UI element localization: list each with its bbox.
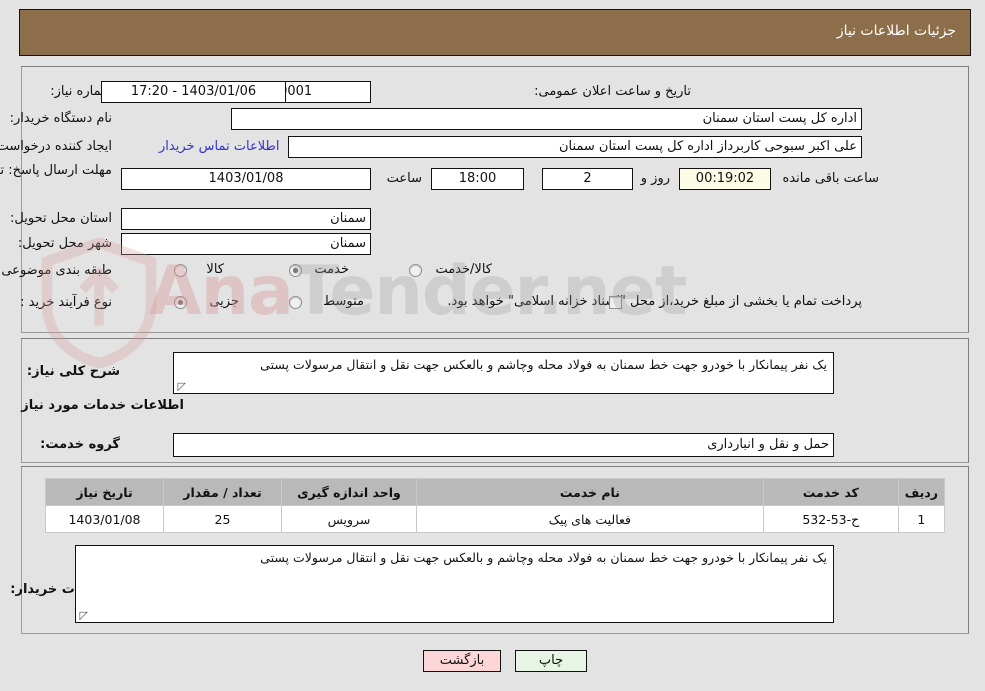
deadline-hour-value: 18:00 bbox=[432, 168, 525, 190]
resize-grip-icon[interactable]: ◸ bbox=[177, 381, 187, 392]
resize-grip-icon-notes[interactable]: ◸ bbox=[79, 610, 89, 621]
col-need-date: تاریخ نیاز bbox=[46, 478, 165, 506]
page-header: جزئیات اطلاعات نیاز bbox=[20, 9, 972, 56]
deadline-date-value: 1403/01/08 bbox=[122, 168, 372, 190]
radio-category-service-label[interactable]: خدمت bbox=[315, 262, 350, 277]
buyer-org-value: اداره کل پست استان سمنان bbox=[232, 108, 863, 130]
col-row-no: ردیف bbox=[898, 478, 947, 506]
table-header-row: ردیف کد خدمت نام خدمت واحد اندازه گیری ت… bbox=[46, 478, 947, 506]
cell-service-code: ح-53-532 bbox=[763, 505, 900, 533]
buyer-org-label: نام دستگاه خریدار: bbox=[10, 111, 113, 126]
delivery-province-value: سمنان bbox=[122, 208, 372, 230]
col-quantity: تعداد / مقدار bbox=[164, 478, 283, 506]
delivery-city-label: شهر محل تحویل: bbox=[18, 236, 113, 251]
service-group-value: حمل و نقل و انبارداری bbox=[174, 433, 835, 457]
col-unit: واحد اندازه گیری bbox=[282, 478, 418, 506]
radio-process-minor[interactable] bbox=[175, 296, 188, 309]
radio-category-goods-service-label[interactable]: کالا/خدمت bbox=[436, 262, 493, 277]
print-button[interactable]: چاپ bbox=[516, 650, 588, 672]
deadline-hour-label: ساعت bbox=[387, 171, 423, 186]
buyer-notes-value: یک نفر پیمانکار با خودرو جهت خط سمنان به… bbox=[261, 550, 828, 565]
col-service-code: کد خدمت bbox=[763, 478, 900, 506]
subject-category-label: طبقه بندی موضوعی: bbox=[0, 263, 113, 278]
col-service-name: نام خدمت bbox=[417, 478, 765, 506]
table-row[interactable]: 1 ح-53-532 فعالیت های پیک سرویس 25 1403/… bbox=[46, 505, 947, 533]
need-summary-textarea[interactable]: یک نفر پیمانکار با خودرو جهت خط سمنان به… bbox=[174, 352, 835, 394]
cell-service-name: فعالیت های پیک bbox=[417, 505, 765, 533]
islamic-treasury-note: پرداخت تمام یا بخشی از مبلغ خرید،از محل … bbox=[448, 294, 863, 309]
service-group-label: گروه خدمت: bbox=[41, 437, 121, 452]
days-label: روز و bbox=[641, 171, 671, 186]
radio-category-goods[interactable] bbox=[175, 264, 188, 277]
cell-need-date: 1403/01/08 bbox=[46, 505, 165, 533]
deadline-label: مهلت ارسال پاسخ: تا تاریخ: bbox=[0, 163, 113, 178]
radio-process-medium-label[interactable]: متوسط bbox=[324, 294, 365, 309]
cell-quantity: 25 bbox=[164, 505, 283, 533]
radio-category-goods-service[interactable] bbox=[410, 264, 423, 277]
radio-process-minor-label[interactable]: جزیی bbox=[210, 294, 240, 309]
need-info-panel bbox=[22, 66, 970, 333]
services-info-heading: اطلاعات خدمات مورد نیاز bbox=[22, 398, 185, 413]
services-table: ردیف کد خدمت نام خدمت واحد اندازه گیری ت… bbox=[46, 478, 947, 533]
buyer-contact-link[interactable]: اطلاعات تماس خریدار bbox=[160, 139, 280, 154]
publish-datetime-label: تاریخ و ساعت اعلان عمومی: bbox=[535, 84, 692, 99]
cell-row-no: 1 bbox=[898, 505, 947, 533]
radio-category-service[interactable] bbox=[290, 264, 303, 277]
countdown-timer-value: 00:19:02 bbox=[680, 168, 772, 190]
radio-process-medium[interactable] bbox=[290, 296, 303, 309]
back-button[interactable]: بازگشت bbox=[424, 650, 502, 672]
publish-datetime-value: 1403/01/06 - 17:20 bbox=[102, 81, 287, 103]
page-title: جزئیات اطلاعات نیاز bbox=[837, 23, 957, 39]
radio-category-goods-label[interactable]: کالا bbox=[207, 262, 225, 277]
need-summary-label: شرح کلی نیاز: bbox=[27, 364, 121, 379]
days-remaining-value: 2 bbox=[543, 168, 634, 190]
timer-label: ساعت باقی مانده bbox=[783, 171, 880, 186]
cell-unit: سرویس bbox=[282, 505, 418, 533]
need-summary-value: یک نفر پیمانکار با خودرو جهت خط سمنان به… bbox=[261, 357, 828, 372]
purchase-process-label: نوع فرآیند خرید : bbox=[21, 295, 113, 310]
buyer-notes-textarea[interactable]: یک نفر پیمانکار با خودرو جهت خط سمنان به… bbox=[76, 545, 835, 623]
checkbox-islamic-treasury[interactable] bbox=[610, 296, 623, 309]
delivery-province-label: استان محل تحویل: bbox=[11, 211, 113, 226]
requester-value: علی اکبر سبوحی کاربرداز اداره کل پست است… bbox=[289, 136, 863, 158]
requester-label: ایجاد کننده درخواست: bbox=[0, 139, 113, 154]
delivery-city-value: سمنان bbox=[122, 233, 372, 255]
